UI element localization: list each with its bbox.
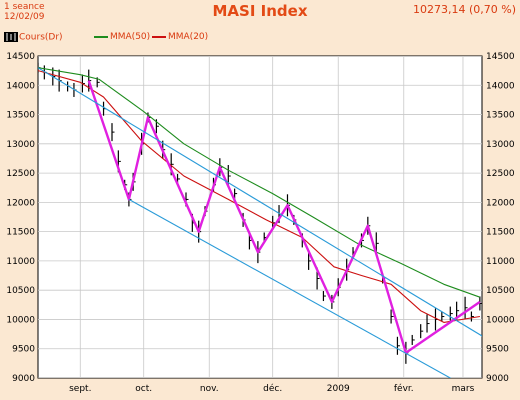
y-tick-label-left: 10000 [6,315,35,325]
y-tick-label-left: 13500 [6,111,35,121]
x-tick-label: 2009 [327,384,350,394]
y-tick-label-left: 14000 [6,81,35,91]
y-tick-label-left: 14500 [6,52,35,62]
price-chart: 9000 9000 9500 9500 10000 10000 10500 10500 1100… [6,52,515,394]
y-tick-label-left: 11000 [6,257,35,267]
y-tick-label-left: 12500 [6,169,35,179]
x-tick-label: sept. [69,384,91,394]
y-tick-label-left: 13000 [6,140,35,150]
y-tick-label-right: 12000 [486,198,515,208]
y-tick-label-right: 10500 [486,286,515,296]
y-tick-label-left: 9500 [12,345,35,355]
y-tick-label-right: 13500 [486,111,515,121]
y-tick-label-left: 11500 [6,228,35,238]
y-tick-label-right: 11500 [486,228,515,238]
y-tick-label-left: 10500 [6,286,35,296]
y-tick-label-left: 12000 [6,198,35,208]
y-tick-label-right: 12500 [486,169,515,179]
x-tick-label: févr. [394,383,414,394]
y-tick-label-right: 14500 [486,52,515,62]
x-tick-label: oct. [135,384,152,394]
x-tick-label: déc. [263,383,282,394]
y-tick-label-right: 9500 [486,345,509,355]
y-tick-label-right: 9000 [486,374,509,384]
y-tick-label-right: 10000 [486,315,515,325]
y-tick-label-left: 9000 [12,374,35,384]
x-tick-label: mars [452,384,475,394]
y-tick-label-right: 11000 [486,257,515,267]
y-tick-label-right: 14000 [486,81,515,91]
x-tick-label: nov. [200,384,219,394]
y-tick-label-right: 13000 [486,140,515,150]
